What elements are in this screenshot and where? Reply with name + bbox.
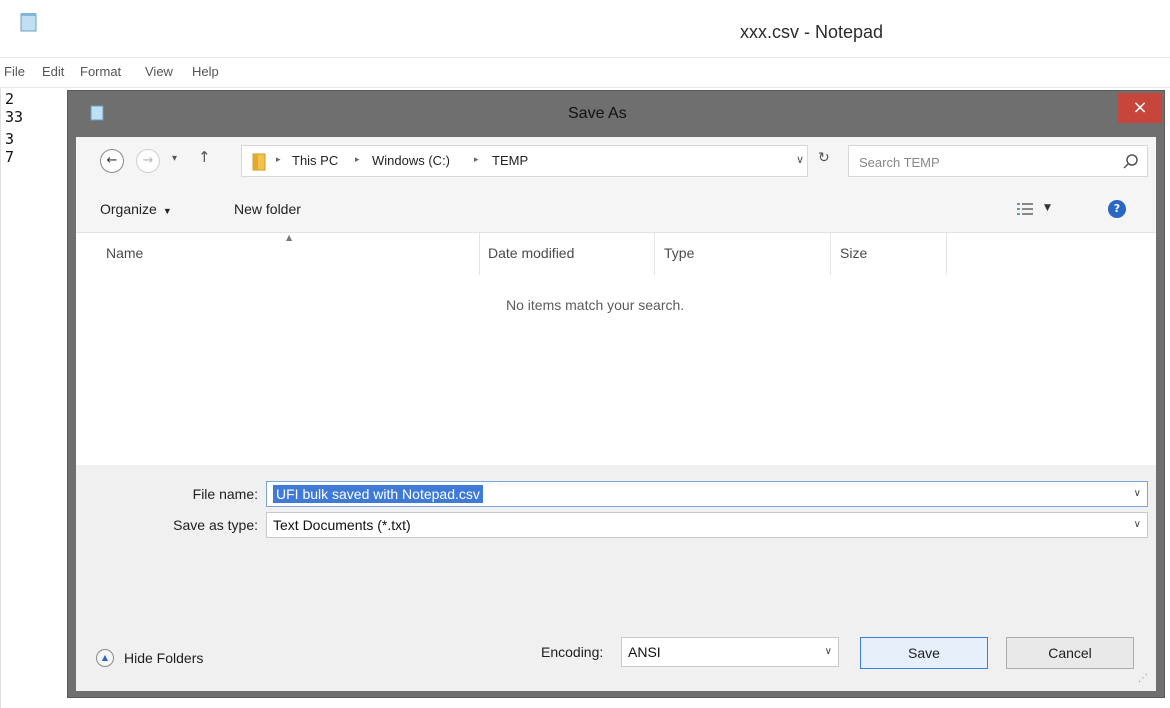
notepad-titlebar: xxx.csv - Notepad bbox=[0, 0, 1170, 58]
file-list[interactable]: ▲ Name Date modified Type Size No items … bbox=[76, 233, 1156, 465]
breadcrumb-separator-icon: ▸ bbox=[474, 155, 479, 165]
column-divider[interactable] bbox=[654, 233, 655, 275]
breadcrumb-separator-icon: ▸ bbox=[355, 155, 360, 165]
hide-folders-label: Hide Folders bbox=[124, 650, 204, 666]
sort-ascending-icon: ▲ bbox=[286, 233, 293, 242]
command-toolbar: Organize ▼ New folder ▼ ? bbox=[76, 187, 1156, 233]
help-icon[interactable]: ? bbox=[1108, 200, 1126, 218]
back-arrow-icon: ← bbox=[106, 153, 118, 168]
menu-help[interactable]: Help bbox=[192, 64, 219, 79]
address-dropdown-icon[interactable]: ∨ bbox=[796, 153, 804, 166]
forward-button[interactable]: → bbox=[136, 149, 160, 173]
dialog-notepad-icon bbox=[90, 105, 104, 121]
column-divider[interactable] bbox=[946, 233, 947, 275]
recent-locations-dropdown[interactable]: ▾ bbox=[172, 153, 177, 164]
notepad-menubar: File Edit Format View Help bbox=[0, 58, 1170, 88]
new-folder-button[interactable]: New folder bbox=[234, 201, 301, 217]
search-icon[interactable] bbox=[1121, 152, 1141, 172]
save-as-type-label: Save as type: bbox=[173, 517, 258, 533]
save-as-type-select[interactable]: Text Documents (*.txt) ∨ bbox=[266, 512, 1148, 538]
menu-file[interactable]: File bbox=[4, 64, 25, 79]
column-divider[interactable] bbox=[479, 233, 480, 275]
save-button[interactable]: Save bbox=[860, 637, 988, 669]
column-header-type[interactable]: Type bbox=[664, 245, 694, 261]
encoding-label: Encoding: bbox=[541, 644, 604, 660]
empty-list-message: No items match your search. bbox=[506, 297, 685, 313]
menu-edit[interactable]: Edit bbox=[42, 64, 64, 79]
save-as-type-value: Text Documents (*.txt) bbox=[273, 517, 411, 533]
menu-view[interactable]: View bbox=[145, 64, 173, 79]
breadcrumb-this-pc[interactable]: This PC bbox=[292, 153, 338, 168]
notepad-window-title: xxx.csv - Notepad bbox=[740, 22, 884, 42]
folder-icon bbox=[252, 153, 266, 171]
resize-grip-icon[interactable]: ⋰ bbox=[1138, 673, 1148, 684]
breadcrumb-windows-c[interactable]: Windows (C:) bbox=[372, 153, 450, 168]
close-button[interactable]: × bbox=[1118, 93, 1162, 123]
view-options-caret-icon[interactable]: ▼ bbox=[1044, 203, 1051, 213]
menu-format[interactable]: Format bbox=[80, 64, 121, 79]
editor-line-3: 3 bbox=[5, 130, 15, 148]
save-as-dialog: Save As × ← → ▾ ↑ ▸ This PC ▸ Windows (C… bbox=[67, 90, 1165, 698]
collapse-up-icon: ▲ bbox=[96, 649, 114, 667]
breadcrumb-separator-icon: ▸ bbox=[276, 155, 281, 165]
forward-arrow-icon: → bbox=[142, 153, 154, 168]
editor-line-4: 7 bbox=[5, 148, 15, 166]
organize-button[interactable]: Organize ▼ bbox=[100, 201, 172, 217]
up-arrow-icon[interactable]: ↑ bbox=[198, 148, 211, 166]
editor-line-1: 2 bbox=[5, 90, 15, 108]
file-name-input[interactable]: UFI bulk saved with Notepad.csv ∨ bbox=[266, 481, 1148, 507]
dialog-titlebar[interactable]: Save As × bbox=[68, 91, 1164, 137]
search-box bbox=[848, 145, 1148, 177]
close-icon: × bbox=[1132, 97, 1148, 118]
chevron-down-icon: ∨ bbox=[824, 646, 832, 657]
search-input[interactable] bbox=[859, 152, 1099, 172]
view-options-icon[interactable] bbox=[1016, 201, 1034, 217]
refresh-icon[interactable]: ↻ bbox=[818, 150, 830, 166]
column-header-size[interactable]: Size bbox=[840, 245, 867, 261]
notepad-app-icon bbox=[20, 13, 37, 32]
save-form: File name: UFI bulk saved with Notepad.c… bbox=[76, 465, 1156, 691]
file-name-label: File name: bbox=[192, 486, 258, 502]
dialog-title: Save As bbox=[568, 105, 627, 122]
organize-label: Organize bbox=[100, 201, 157, 217]
editor-line-2: 33 bbox=[5, 108, 24, 126]
column-divider[interactable] bbox=[830, 233, 831, 275]
organize-caret-icon: ▼ bbox=[162, 206, 172, 216]
encoding-select[interactable]: ANSI ∨ bbox=[621, 637, 839, 667]
chevron-down-icon: ∨ bbox=[1133, 519, 1141, 530]
file-name-value: UFI bulk saved with Notepad.csv bbox=[273, 485, 483, 503]
back-button[interactable]: ← bbox=[100, 149, 124, 173]
column-header-date-modified[interactable]: Date modified bbox=[488, 245, 574, 261]
address-bar[interactable]: ▸ This PC ▸ Windows (C:) ▸ TEMP bbox=[241, 145, 808, 177]
dialog-body: ← → ▾ ↑ ▸ This PC ▸ Windows (C:) ▸ TEMP … bbox=[76, 137, 1156, 691]
cancel-button[interactable]: Cancel bbox=[1006, 637, 1134, 669]
encoding-value: ANSI bbox=[628, 644, 661, 660]
breadcrumb-temp[interactable]: TEMP bbox=[492, 153, 528, 168]
address-row: ← → ▾ ↑ ▸ This PC ▸ Windows (C:) ▸ TEMP … bbox=[76, 137, 1156, 187]
column-header-name[interactable]: Name bbox=[106, 245, 143, 261]
chevron-down-icon[interactable]: ∨ bbox=[1134, 488, 1141, 499]
